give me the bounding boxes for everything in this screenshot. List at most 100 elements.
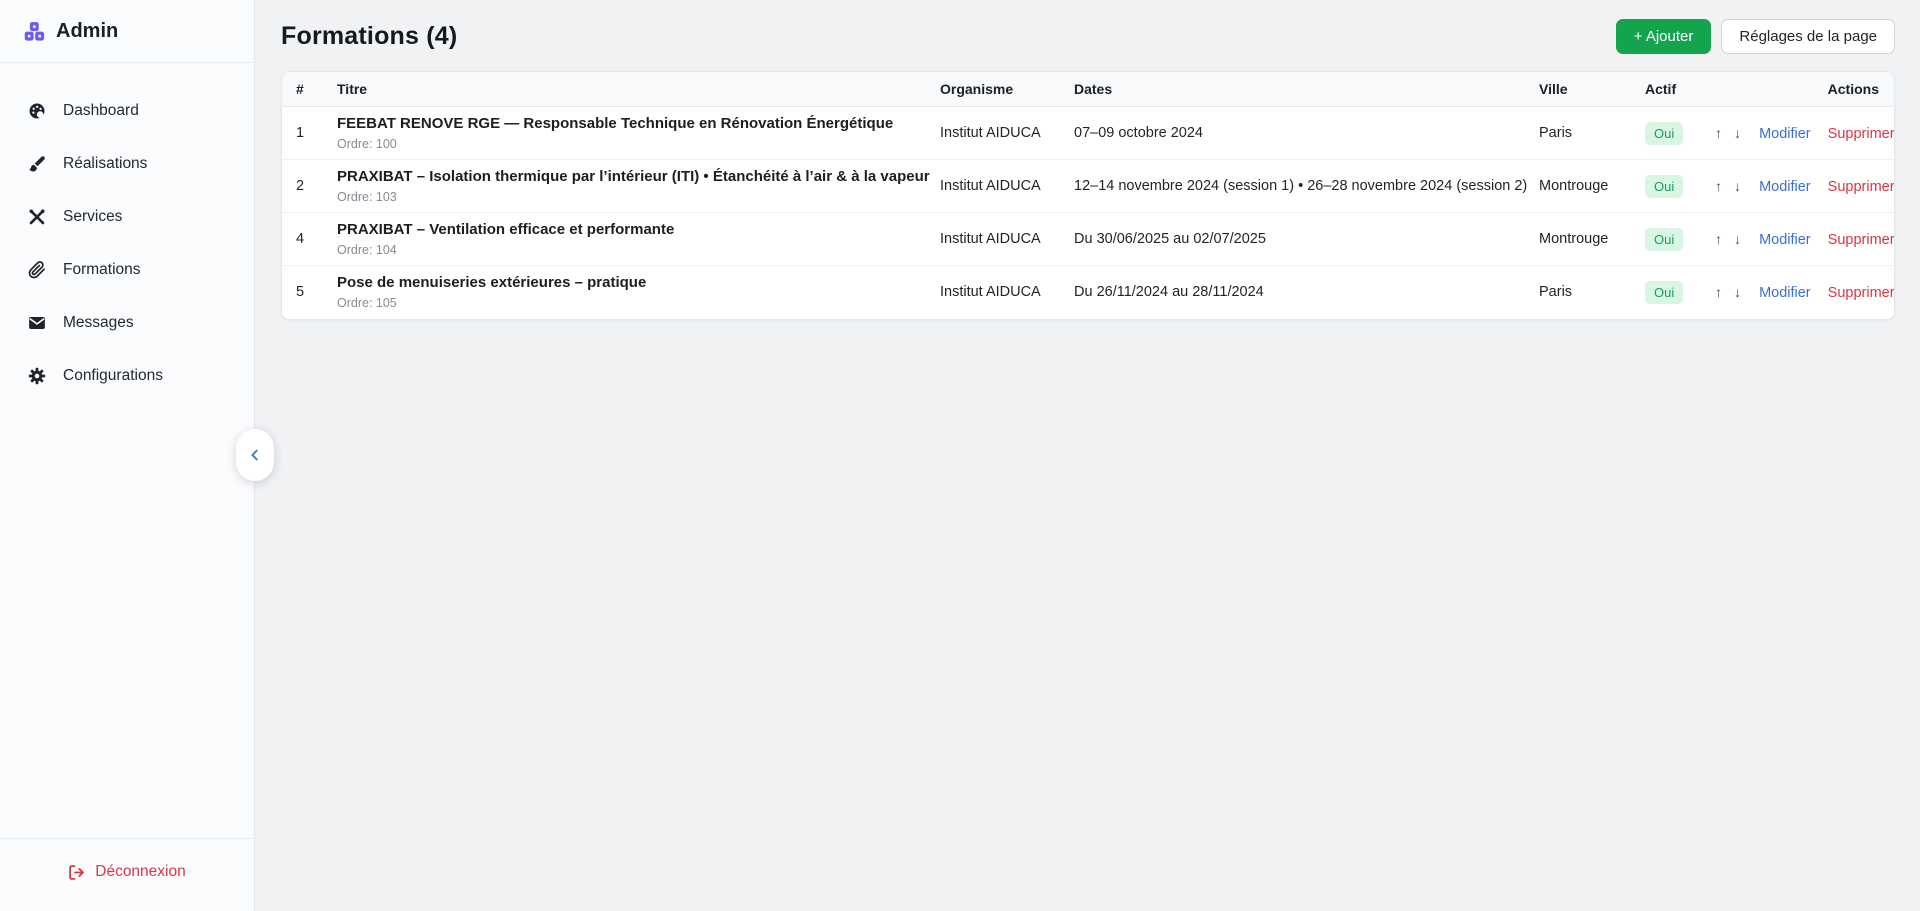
sidebar-item-services[interactable]: Services: [12, 196, 242, 238]
sidebar-item-formations[interactable]: Formations: [12, 249, 242, 291]
palette-icon: [27, 102, 47, 120]
actif-cell: Oui: [1645, 160, 1711, 213]
admin-app: Admin Dashboard Réalisations Services Fo…: [0, 0, 1920, 911]
actif-cell: Oui: [1645, 107, 1711, 160]
actions-cell: ↑ ↓ Modifier Supprimer: [1711, 160, 1894, 213]
gear-icon: [27, 367, 47, 385]
organisme-cell: Institut AIDUCA: [940, 160, 1074, 213]
dates-cell: 07–09 octobre 2024: [1074, 107, 1539, 160]
add-button[interactable]: + Ajouter: [1616, 19, 1712, 54]
column-header-titre: Titre: [337, 72, 940, 107]
column-header-ville: Ville: [1539, 72, 1645, 107]
formation-title: PRAXIBAT – Isolation thermique par l’int…: [337, 168, 930, 187]
cubes-logo-icon: [24, 21, 45, 42]
edit-link[interactable]: Modifier: [1759, 285, 1811, 301]
title-cell: PRAXIBAT – Ventilation efficace et perfo…: [337, 213, 940, 266]
chevron-left-icon: [248, 448, 262, 462]
edit-link[interactable]: Modifier: [1759, 232, 1811, 248]
edit-link[interactable]: Modifier: [1759, 179, 1811, 195]
brand: Admin: [0, 0, 254, 63]
move-down-button[interactable]: ↓: [1730, 178, 1745, 194]
paperclip-icon: [27, 261, 47, 279]
title-cell: FEEBAT RENOVE RGE — Responsable Techniqu…: [337, 107, 940, 160]
column-header-num: #: [282, 72, 337, 107]
move-up-button[interactable]: ↑: [1711, 178, 1726, 194]
dates-cell: Du 26/11/2024 au 28/11/2024: [1074, 266, 1539, 319]
move-up-button[interactable]: ↑: [1711, 231, 1726, 247]
actions-cell: ↑ ↓ Modifier Supprimer: [1711, 266, 1894, 319]
row-number: 5: [282, 266, 337, 319]
move-down-button[interactable]: ↓: [1730, 284, 1745, 300]
active-badge: Oui: [1645, 175, 1683, 198]
page-title: Formations (4): [281, 22, 457, 51]
sidebar-item-realisations[interactable]: Réalisations: [12, 143, 242, 185]
sidebar: Admin Dashboard Réalisations Services Fo…: [0, 0, 255, 911]
table-row: 4 PRAXIBAT – Ventilation efficace et per…: [282, 213, 1894, 266]
sidebar-nav: Dashboard Réalisations Services Formatio…: [0, 63, 254, 397]
formation-title: FEEBAT RENOVE RGE — Responsable Techniqu…: [337, 115, 930, 134]
ville-cell: Montrouge: [1539, 160, 1645, 213]
organisme-cell: Institut AIDUCA: [940, 266, 1074, 319]
logout-button[interactable]: Déconnexion: [68, 863, 185, 881]
ville-cell: Montrouge: [1539, 213, 1645, 266]
page-header: Formations (4) + Ajouter Réglages de la …: [281, 19, 1895, 54]
ville-cell: Paris: [1539, 266, 1645, 319]
move-up-button[interactable]: ↑: [1711, 125, 1726, 141]
organisme-cell: Institut AIDUCA: [940, 213, 1074, 266]
row-number: 2: [282, 160, 337, 213]
delete-link[interactable]: Supprimer: [1828, 232, 1895, 248]
sign-out-icon: [68, 864, 85, 881]
formation-order: Ordre: 100: [337, 137, 930, 151]
logout-label: Déconnexion: [95, 863, 185, 881]
row-number: 1: [282, 107, 337, 160]
ville-cell: Paris: [1539, 107, 1645, 160]
title-cell: PRAXIBAT – Isolation thermique par l’int…: [337, 160, 940, 213]
table-row: 2 PRAXIBAT – Isolation thermique par l’i…: [282, 160, 1894, 213]
move-down-button[interactable]: ↓: [1730, 125, 1745, 141]
column-header-actif: Actif: [1645, 72, 1711, 107]
delete-link[interactable]: Supprimer: [1828, 285, 1895, 301]
paintbrush-icon: [27, 155, 47, 173]
column-header-dates: Dates: [1074, 72, 1539, 107]
organisme-cell: Institut AIDUCA: [940, 107, 1074, 160]
active-badge: Oui: [1645, 281, 1683, 304]
row-number: 4: [282, 213, 337, 266]
actions-cell: ↑ ↓ Modifier Supprimer: [1711, 213, 1894, 266]
table-row: 1 FEEBAT RENOVE RGE — Responsable Techni…: [282, 107, 1894, 160]
active-badge: Oui: [1645, 122, 1683, 145]
formation-order: Ordre: 105: [337, 296, 930, 310]
move-up-button[interactable]: ↑: [1711, 284, 1726, 300]
header-actions: + Ajouter Réglages de la page: [1616, 19, 1895, 54]
formations-table: #TitreOrganismeDatesVilleActifActions 1 …: [282, 72, 1894, 319]
table-row: 5 Pose de menuiseries extérieures – prat…: [282, 266, 1894, 319]
table-header-row: #TitreOrganismeDatesVilleActifActions: [282, 72, 1894, 107]
formation-order: Ordre: 104: [337, 243, 930, 257]
active-badge: Oui: [1645, 228, 1683, 251]
sidebar-footer: Déconnexion: [0, 838, 254, 911]
actions-cell: ↑ ↓ Modifier Supprimer: [1711, 107, 1894, 160]
formations-table-card: #TitreOrganismeDatesVilleActifActions 1 …: [281, 71, 1895, 320]
main-content: Formations (4) + Ajouter Réglages de la …: [255, 0, 1920, 911]
column-header-organisme: Organisme: [940, 72, 1074, 107]
move-down-button[interactable]: ↓: [1730, 231, 1745, 247]
sidebar-collapse-button[interactable]: [236, 429, 274, 481]
formation-title: PRAXIBAT – Ventilation efficace et perfo…: [337, 221, 930, 240]
formation-title: Pose de menuiseries extérieures – pratiq…: [337, 274, 930, 293]
delete-link[interactable]: Supprimer: [1828, 179, 1895, 195]
dates-cell: Du 30/06/2025 au 02/07/2025: [1074, 213, 1539, 266]
brand-label: Admin: [56, 20, 118, 43]
title-cell: Pose de menuiseries extérieures – pratiq…: [337, 266, 940, 319]
delete-link[interactable]: Supprimer: [1828, 126, 1895, 142]
edit-link[interactable]: Modifier: [1759, 126, 1811, 142]
formations-table-body: 1 FEEBAT RENOVE RGE — Responsable Techni…: [282, 107, 1894, 319]
actif-cell: Oui: [1645, 266, 1711, 319]
sidebar-item-dashboard[interactable]: Dashboard: [12, 90, 242, 132]
column-header-actions: Actions: [1711, 72, 1894, 107]
tools-icon: [27, 208, 47, 226]
sidebar-item-messages[interactable]: Messages: [12, 302, 242, 344]
envelope-icon: [27, 314, 47, 332]
formation-order: Ordre: 103: [337, 190, 930, 204]
sidebar-item-configurations[interactable]: Configurations: [12, 355, 242, 397]
dates-cell: 12–14 novembre 2024 (session 1) • 26–28 …: [1074, 160, 1539, 213]
page-settings-button[interactable]: Réglages de la page: [1721, 19, 1895, 54]
